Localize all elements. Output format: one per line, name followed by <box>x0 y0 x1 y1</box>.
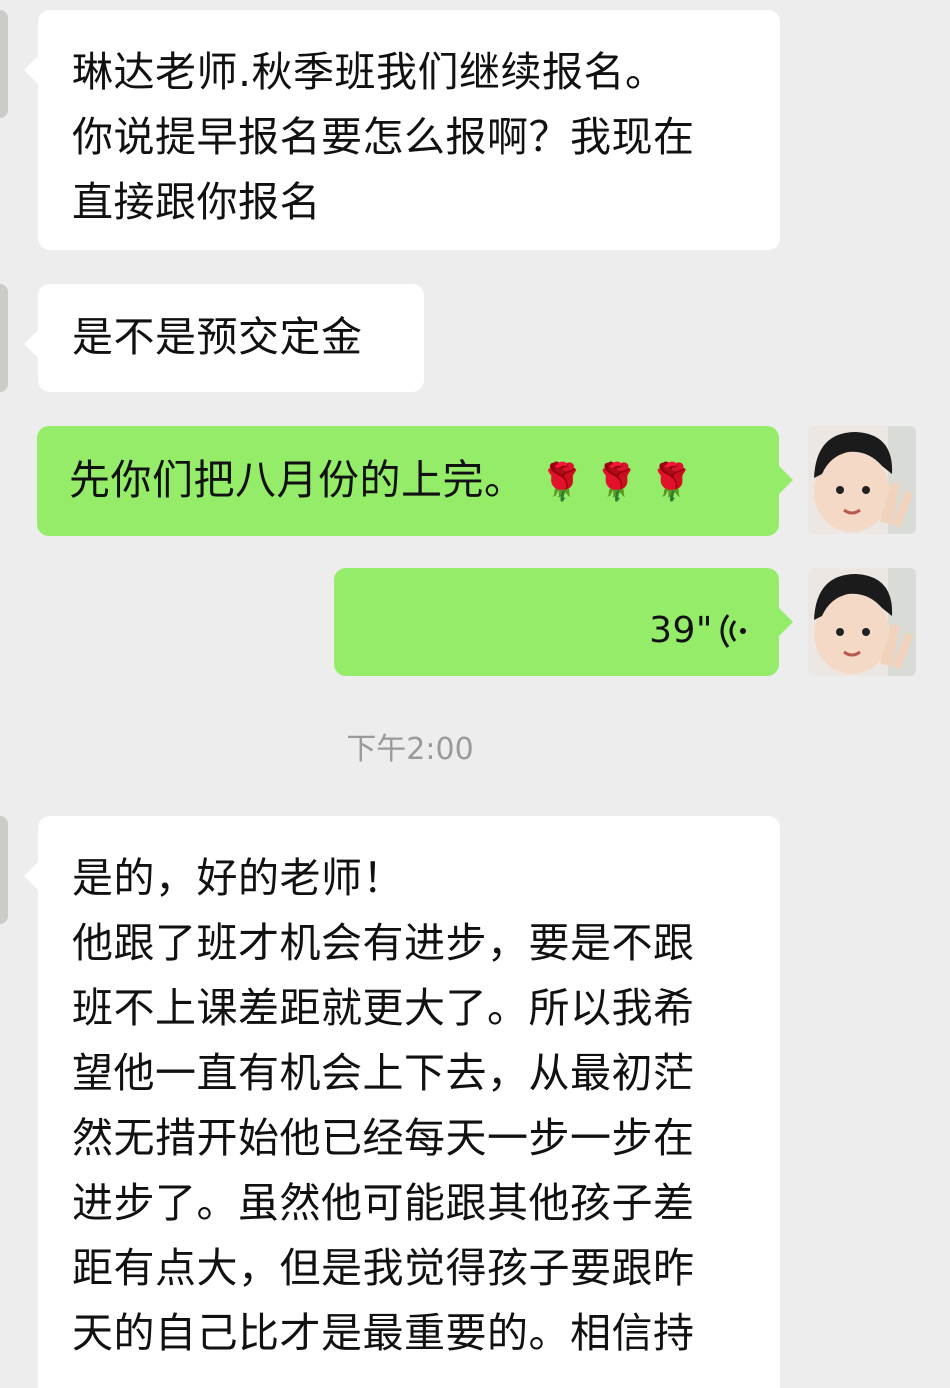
incoming-message-bubble[interactable]: 是不是预交定金 <box>24 284 424 392</box>
voice-duration: 39" <box>649 610 713 651</box>
rose-icon: 🌹 <box>649 462 704 503</box>
incoming-message-bubble[interactable]: 琳达老师.秋季班我们继续报名。 你说提早报名要怎么报啊？我现在 直接跟你报名 <box>24 10 780 250</box>
voice-wave-icon <box>720 613 746 648</box>
incoming-message-bubble[interactable]: 是的，好的老师！ 他跟了班才机会有进步，要是不跟 班不上课差距就更大了。所以我希… <box>24 816 780 1388</box>
message-text: 先你们把八月份的上完。 <box>69 456 526 504</box>
voice-message-content: 39" <box>649 598 749 663</box>
user-avatar-image <box>808 568 916 676</box>
message-text: 琳达老师.秋季班我们继续报名。 你说提早报名要怎么报啊？我现在 直接跟你报名 <box>72 48 695 226</box>
rose-icon: 🌹 <box>594 462 650 503</box>
contact-avatar[interactable] <box>0 816 8 924</box>
chat-area: 琳达老师.秋季班我们继续报名。 你说提早报名要怎么报啊？我现在 直接跟你报名 是… <box>0 0 950 1388</box>
user-avatar[interactable] <box>808 568 916 676</box>
user-avatar[interactable] <box>808 426 916 534</box>
rose-icon: 🌹 <box>539 462 595 503</box>
rose-emoji-group: 🌹🌹🌹 <box>540 450 704 515</box>
message-text: 是不是预交定金 <box>72 313 363 361</box>
timestamp: 下午2:00 <box>346 732 474 767</box>
outgoing-message-bubble[interactable]: 先你们把八月份的上完。 🌹🌹🌹 <box>37 426 793 536</box>
contact-avatar[interactable] <box>0 10 8 118</box>
outgoing-voice-message[interactable]: 39" <box>334 568 793 676</box>
message-text: 是的，好的老师！ 他跟了班才机会有进步，要是不跟 班不上课差距就更大了。所以我希… <box>72 854 695 1357</box>
user-avatar-image <box>808 426 916 534</box>
contact-avatar[interactable] <box>0 284 8 392</box>
